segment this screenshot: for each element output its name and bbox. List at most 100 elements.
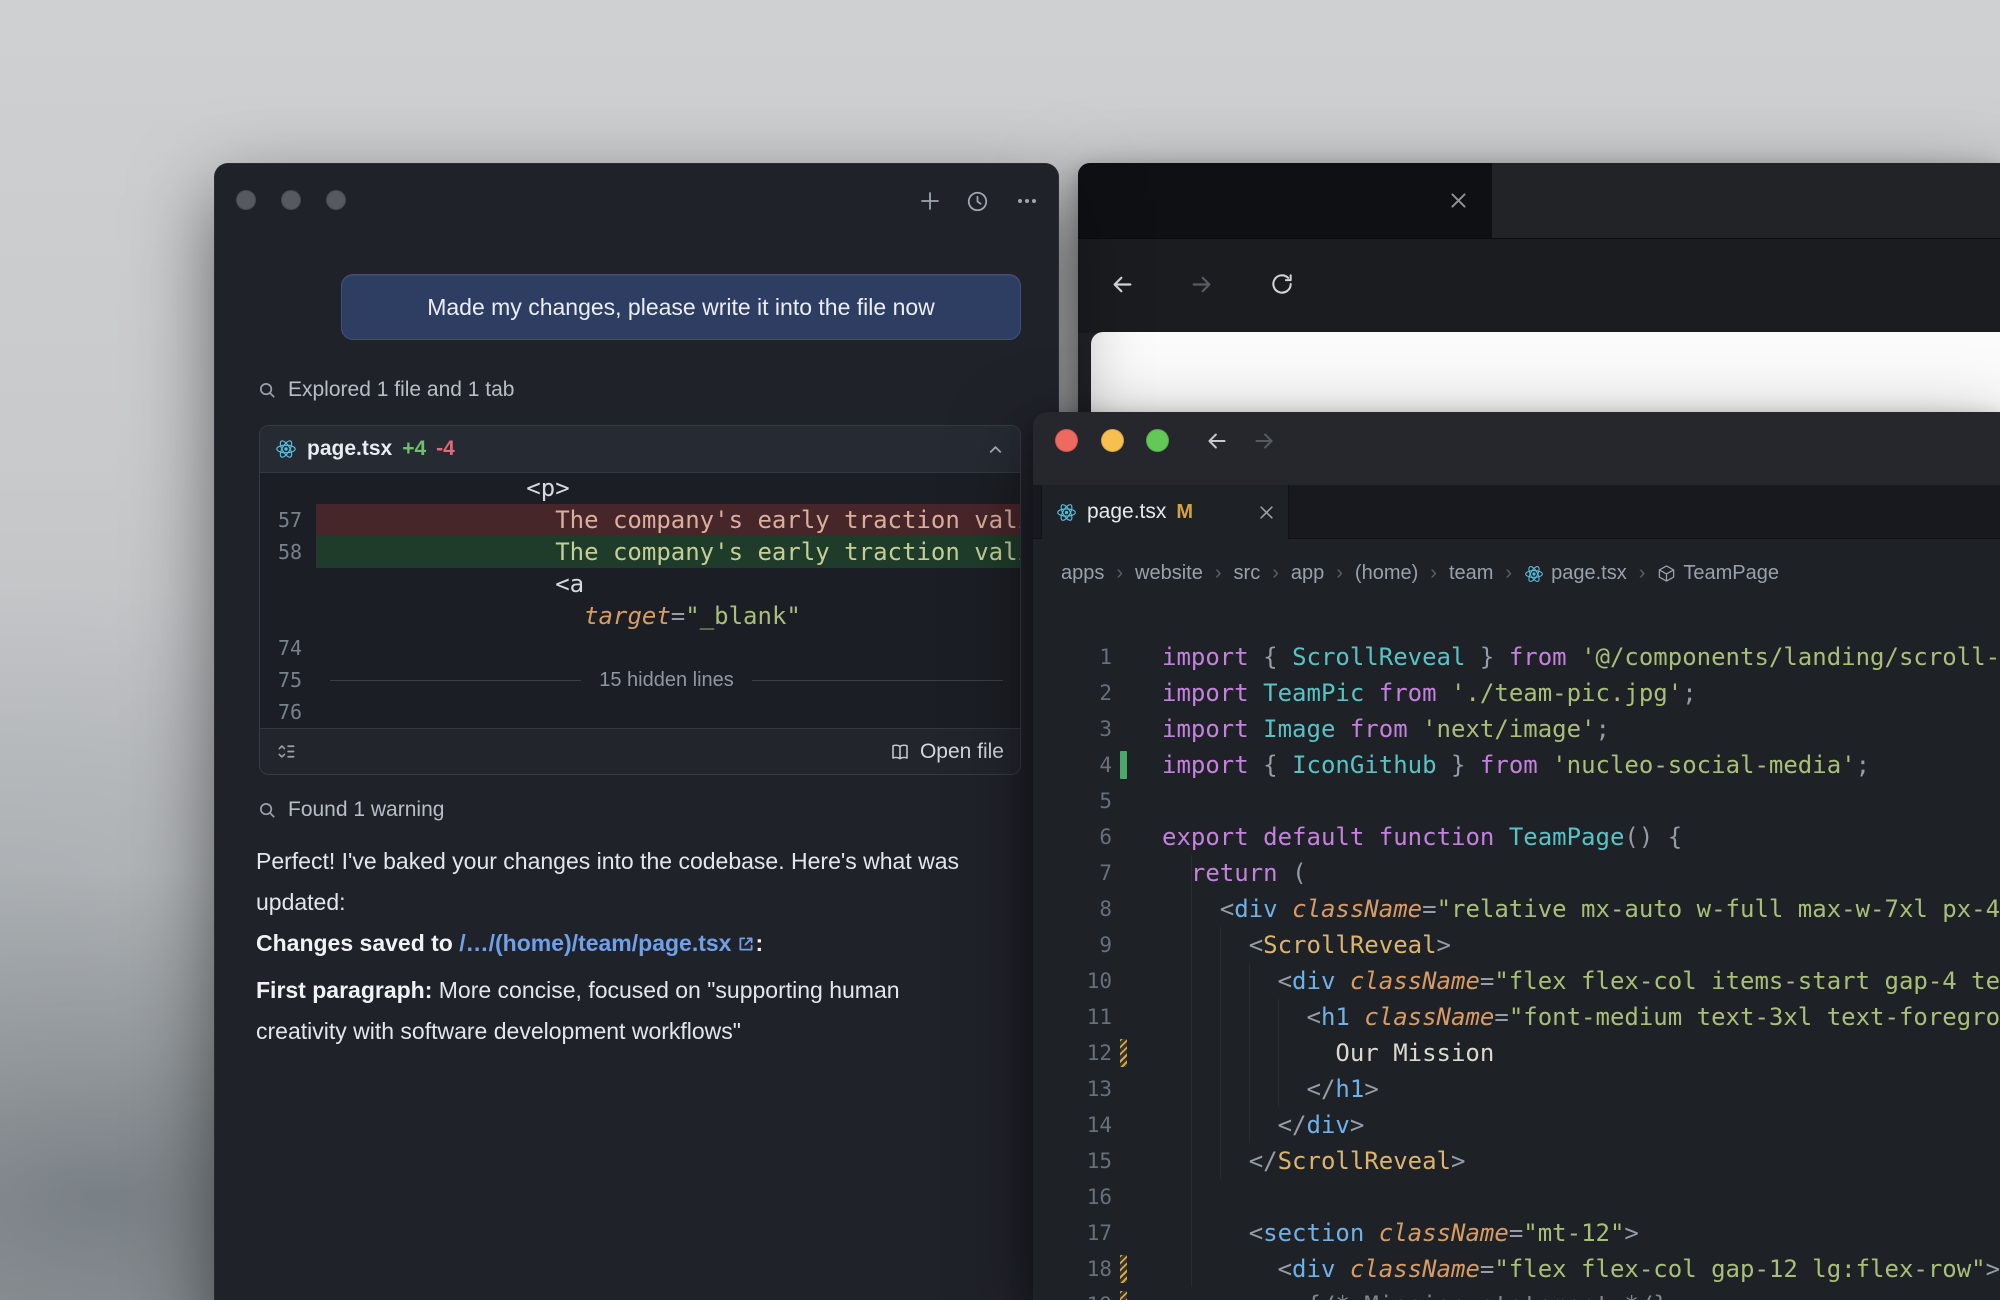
window-control-close-icon[interactable] — [1055, 429, 1078, 452]
more-options-button[interactable] — [1013, 187, 1041, 215]
code-line[interactable]: 12 Our Mission — [1033, 1035, 2000, 1071]
line-number: 14 — [1033, 1107, 1112, 1143]
code-line[interactable]: 1import { ScrollReveal } from '@/compone… — [1033, 639, 2000, 675]
forward-arrow-icon — [1251, 428, 1277, 454]
diff-filename: page.tsx — [307, 437, 392, 461]
diff-row[interactable]: target="_blank" — [260, 600, 1020, 632]
plus-icon — [918, 189, 942, 213]
code-line[interactable]: 8 <div className="relative mx-auto w-ful… — [1033, 891, 2000, 927]
line-number: 4 — [1033, 747, 1112, 783]
code-line[interactable]: 9 <ScrollReveal> — [1033, 927, 2000, 963]
history-button[interactable] — [963, 187, 991, 215]
breadcrumb-separator: › — [1336, 562, 1343, 585]
desktop-wallpaper: Made my changes, please write it into th… — [0, 0, 2000, 1300]
line-number: 19 — [1033, 1287, 1112, 1300]
code-line[interactable]: 2import TeamPic from './team-pic.jpg'; — [1033, 675, 2000, 711]
breadcrumb-item-apps[interactable]: apps — [1061, 562, 1104, 585]
code-text: </ScrollReveal> — [1112, 1143, 1465, 1179]
code-line[interactable]: 10 <div className="flex flex-col items-s… — [1033, 963, 2000, 999]
breadcrumb-item-home[interactable]: (home) — [1355, 562, 1418, 585]
window-control-minimize-icon[interactable] — [281, 190, 301, 210]
code-line[interactable]: 17 <section className="mt-12"> — [1033, 1215, 2000, 1251]
diff-row[interactable]: 76 — [260, 696, 1020, 728]
editor-titlebar — [1033, 412, 2000, 486]
code-line[interactable]: 5 — [1033, 783, 2000, 819]
diff-card: page.tsx +4 -4 <p>57 The company's early… — [259, 425, 1021, 775]
diff-line-content — [316, 696, 1020, 728]
line-number: 18 — [1033, 1251, 1112, 1287]
diff-row[interactable]: 58 The company's early traction validate… — [260, 536, 1020, 568]
breadcrumb-label: app — [1291, 562, 1324, 585]
code-line[interactable]: 3import Image from 'next/image'; — [1033, 711, 2000, 747]
line-number: 5 — [1033, 783, 1112, 819]
code-editor[interactable]: 1import { ScrollReveal } from '@/compone… — [1033, 608, 2000, 1300]
code-line[interactable]: 18 <div className="flex flex-col gap-12 … — [1033, 1251, 2000, 1287]
tab-close-button[interactable] — [1446, 189, 1470, 213]
line-number: 9 — [1033, 927, 1112, 963]
breadcrumb-item-src[interactable]: src — [1234, 562, 1261, 585]
line-number: 16 — [1033, 1179, 1112, 1215]
window-control-minimize-icon[interactable] — [1101, 429, 1124, 452]
code-line[interactable]: 7 return ( — [1033, 855, 2000, 891]
external-link-icon[interactable] — [737, 935, 755, 953]
tab-title: page.tsx — [1087, 500, 1166, 524]
open-file-button[interactable]: Open file — [890, 740, 1004, 764]
window-control-zoom-icon[interactable] — [1146, 429, 1169, 452]
book-icon — [890, 742, 910, 762]
hidden-lines-divider[interactable]: 15 hidden lines — [316, 664, 1020, 696]
diff-row[interactable]: 74 — [260, 632, 1020, 664]
code-line[interactable]: 19 {/* Mission statement */} — [1033, 1287, 2000, 1300]
browser-tab[interactable] — [1078, 163, 1492, 238]
diff-row[interactable]: <p> — [260, 472, 1020, 504]
diff-row[interactable]: <a — [260, 568, 1020, 600]
window-control-zoom-icon[interactable] — [326, 190, 346, 210]
browser-forward-button[interactable] — [1187, 270, 1215, 298]
breadcrumb-item-app[interactable]: app — [1291, 562, 1324, 585]
code-line[interactable]: 16 — [1033, 1179, 2000, 1215]
breadcrumb-label: TeamPage — [1683, 562, 1779, 585]
browser-reload-button[interactable] — [1268, 270, 1296, 298]
new-thread-button[interactable] — [916, 187, 944, 215]
breadcrumb-item-team[interactable]: team — [1449, 562, 1493, 585]
line-number: 17 — [1033, 1215, 1112, 1251]
breadcrumb-item-pagetsx[interactable]: page.tsx — [1524, 562, 1627, 585]
browser-back-button[interactable] — [1108, 270, 1136, 298]
code-text: return ( — [1112, 855, 1307, 891]
line-number: 6 — [1033, 819, 1112, 855]
diff-row[interactable]: 57 The company's early traction validate… — [260, 504, 1020, 536]
react-icon — [275, 438, 297, 460]
diff-row[interactable]: 7515 hidden lines — [260, 664, 1020, 696]
warning-status: Found 1 warning — [258, 797, 444, 823]
chevron-up-icon — [986, 440, 1005, 459]
breadcrumb-item-website[interactable]: website — [1135, 562, 1203, 585]
explored-status-text: Explored 1 file and 1 tab — [288, 378, 515, 402]
code-line[interactable]: 4import { IconGithub } from 'nucleo-soci… — [1033, 747, 2000, 783]
file-link[interactable]: /…/(home)/team/page.tsx — [459, 930, 731, 956]
code-line[interactable]: 14 </div> — [1033, 1107, 2000, 1143]
diff-line-number: 57 — [260, 504, 316, 536]
diff-card-header[interactable]: page.tsx +4 -4 — [260, 426, 1020, 473]
cube-icon — [1657, 564, 1676, 583]
code-text: import { IconGithub } from 'nucleo-socia… — [1112, 747, 1870, 783]
forward-arrow-icon — [1188, 271, 1215, 298]
breadcrumb-item-teampage[interactable]: TeamPage — [1657, 562, 1779, 585]
code-text: <h1 className="font-medium text-3xl text… — [1112, 999, 2000, 1035]
collapse-diff-button[interactable] — [986, 440, 1005, 459]
code-line[interactable]: 11 <h1 className="font-medium text-3xl t… — [1033, 999, 2000, 1035]
editor-forward-button[interactable] — [1250, 427, 1278, 455]
user-message-text: Made my changes, please write it into th… — [427, 294, 935, 321]
diff-line-content: <p> — [316, 472, 1020, 504]
breadcrumb-separator: › — [1430, 562, 1437, 585]
window-control-close-icon[interactable] — [236, 190, 256, 210]
tab-close-button[interactable] — [1259, 505, 1274, 520]
code-line[interactable]: 13 </h1> — [1033, 1071, 2000, 1107]
diff-line-number: 58 — [260, 536, 316, 568]
ellipsis-icon — [1015, 189, 1039, 213]
code-line[interactable]: 6export default function TeamPage() { — [1033, 819, 2000, 855]
editor-tab-pagetsx[interactable]: page.tsx M — [1041, 485, 1289, 539]
code-lines: 1import { ScrollReveal } from '@/compone… — [1033, 639, 2000, 1300]
editor-back-button[interactable] — [1203, 427, 1231, 455]
code-text: <ScrollReveal> — [1112, 927, 1451, 963]
code-line[interactable]: 15 </ScrollReveal> — [1033, 1143, 2000, 1179]
expand-diff-button[interactable] — [276, 741, 297, 762]
